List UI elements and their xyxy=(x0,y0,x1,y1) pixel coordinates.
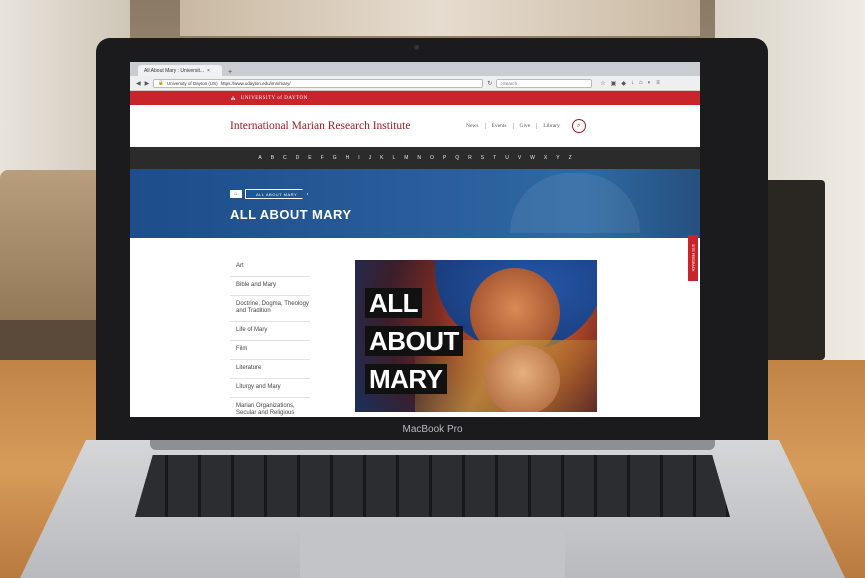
url-text: https://www.udayton.edu/imri/mary/ xyxy=(220,80,291,86)
icon-child xyxy=(485,345,560,412)
page-hero: ⌂ ALL ABOUT MARY ALL ABOUT MARY xyxy=(130,169,700,239)
download-icon[interactable]: ↓ xyxy=(631,80,634,87)
breadcrumb-item[interactable]: ALL ABOUT MARY xyxy=(245,189,309,199)
url-site-identity: University of Dayton (US) xyxy=(166,80,218,86)
site-search-button[interactable]: ⌕ xyxy=(571,119,586,133)
home-icon[interactable]: ⌂ xyxy=(639,80,643,87)
menu-icon[interactable]: ≡ xyxy=(656,80,660,87)
university-seal-icon: ⛪ xyxy=(230,96,237,101)
search-icon: ⌕ xyxy=(577,122,581,129)
alphabet-letter[interactable]: Y xyxy=(556,155,559,161)
sidebar-nav: Art Bible and Mary Doctrine, Dogma, Theo… xyxy=(230,258,310,417)
laptop-hinge xyxy=(150,440,715,450)
lock-icon: 🔒 xyxy=(158,80,164,85)
sidebar-item-bible[interactable]: Bible and Mary xyxy=(230,277,310,296)
reload-icon[interactable]: ↻ xyxy=(487,80,492,87)
alphabet-letter[interactable]: Z xyxy=(569,155,572,161)
top-nav: News Events Give Library xyxy=(460,123,566,129)
toolbar-icons: ☆ ▣ ◆ ↓ ⌂ ◐ ≡ xyxy=(600,80,659,87)
browser-search-input[interactable]: ⌕ Search xyxy=(496,78,593,88)
site-feedback-tab[interactable]: SITE FEEDBACK xyxy=(688,235,698,281)
alphabet-letter[interactable]: M xyxy=(404,155,408,161)
alphabet-letter[interactable]: I xyxy=(358,155,359,161)
laptop-keyboard[interactable] xyxy=(135,455,730,517)
new-tab-button[interactable]: + xyxy=(228,69,232,76)
alphabet-letter[interactable]: E xyxy=(308,155,311,161)
alphabet-letter[interactable]: U xyxy=(505,155,509,161)
alphabet-letter[interactable]: X xyxy=(544,155,547,161)
alphabet-letter[interactable]: J xyxy=(369,155,372,161)
sidebar-item-literature[interactable]: Literature xyxy=(230,360,310,379)
alphabet-letter[interactable]: N xyxy=(417,155,421,161)
alphabet-letter[interactable]: V xyxy=(518,155,521,161)
alphabet-letter[interactable]: F xyxy=(321,155,324,161)
alphabet-letter[interactable]: H xyxy=(346,155,350,161)
site-header: International Marian Research Institute … xyxy=(130,105,700,147)
alphabet-letter[interactable]: S xyxy=(481,155,484,161)
sidebar-item-life[interactable]: Life of Mary xyxy=(230,322,310,341)
sidebar-item-liturgy[interactable]: Liturgy and Mary xyxy=(230,379,310,398)
alphabet-letter[interactable]: P xyxy=(443,155,446,161)
alphabet-letter[interactable]: B xyxy=(271,155,274,161)
alphabet-letter[interactable]: W xyxy=(530,155,535,161)
background-art xyxy=(180,0,700,36)
shield-icon[interactable]: ◆ xyxy=(621,80,626,87)
browser-toolbar: ◀ ▶ 🔒 University of Dayton (US) https://… xyxy=(130,76,700,91)
main-content: Art Bible and Mary Doctrine, Dogma, Theo… xyxy=(130,238,700,417)
university-name[interactable]: UNIVERSITY of DAYTON xyxy=(241,96,308,101)
clipboard-icon[interactable]: ▣ xyxy=(611,80,617,87)
photo-scene: MacBook Pro All About Mary : Universit..… xyxy=(0,0,865,578)
back-icon[interactable]: ◀ xyxy=(136,80,141,87)
alphabet-index: A B C D E F G H I J K L M N O P Q R S T U V W X Y Z xyxy=(130,147,700,169)
alphabet-letter[interactable]: Q xyxy=(455,155,459,161)
nav-events[interactable]: Events xyxy=(486,123,514,129)
alphabet-letter[interactable]: T xyxy=(493,155,496,161)
nav-give[interactable]: Give xyxy=(514,123,538,129)
sidebar-item-doctrine[interactable]: Doctrine, Dogma, Theology and Tradition xyxy=(230,296,310,322)
alphabet-letter[interactable]: L xyxy=(392,155,395,161)
search-placeholder: Search xyxy=(502,80,518,86)
webcam xyxy=(414,45,419,50)
background-shelf xyxy=(0,320,110,360)
alphabet-letter[interactable]: O xyxy=(430,155,434,161)
alphabet-letter[interactable]: C xyxy=(283,155,287,161)
laptop-screen: All About Mary : Universit... × + ◀ ▶ 🔒 … xyxy=(130,62,700,417)
alphabet-letter[interactable]: G xyxy=(333,155,337,161)
star-icon[interactable]: ☆ xyxy=(600,80,605,87)
tab-title: All About Mary : Universit... xyxy=(144,67,205,74)
feature-image: ALL ABOUT MARY xyxy=(355,260,597,412)
sidebar-item-film[interactable]: Film xyxy=(230,341,310,360)
sidebar-item-art[interactable]: Art xyxy=(230,258,310,277)
extension-icon[interactable]: ◐ xyxy=(648,80,652,87)
feature-word-mary: MARY xyxy=(365,364,447,394)
browser-tab-bar: All About Mary : Universit... × + xyxy=(130,62,700,76)
breadcrumb: ⌂ ALL ABOUT MARY xyxy=(230,189,309,199)
close-icon[interactable]: × xyxy=(207,68,210,74)
alphabet-letter[interactable]: R xyxy=(468,155,472,161)
alphabet-letter[interactable]: A xyxy=(258,155,261,161)
site-title[interactable]: International Marian Research Institute xyxy=(230,120,460,132)
university-bar: ⛪ UNIVERSITY of DAYTON xyxy=(130,91,700,105)
laptop-trackpad[interactable] xyxy=(300,525,565,578)
sidebar-item-organizations[interactable]: Marian Organizations, Secular and Religi… xyxy=(230,398,310,417)
feature-word-about: ABOUT xyxy=(365,326,463,356)
nav-library[interactable]: Library xyxy=(537,123,566,129)
page-title: ALL ABOUT MARY xyxy=(230,207,352,222)
feature-word-all: ALL xyxy=(365,288,423,318)
laptop-brand-label: MacBook Pro xyxy=(402,424,463,435)
nav-news[interactable]: News xyxy=(460,123,486,129)
forward-icon[interactable]: ▶ xyxy=(145,80,150,87)
browser-tab[interactable]: All About Mary : Universit... × xyxy=(138,65,222,76)
alphabet-letter[interactable]: D xyxy=(296,155,300,161)
alphabet-letter[interactable]: K xyxy=(380,155,383,161)
address-bar[interactable]: 🔒 University of Dayton (US) https://www.… xyxy=(153,78,484,88)
home-icon[interactable]: ⌂ xyxy=(230,190,242,198)
dome-image xyxy=(510,173,640,233)
